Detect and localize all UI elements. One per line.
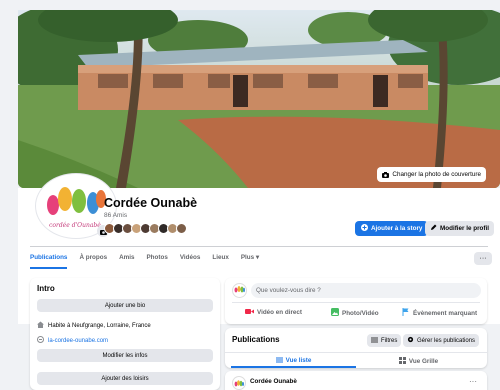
sliders-icon — [371, 337, 378, 345]
add-story-label: Ajouter à la story — [371, 225, 423, 232]
more-options-button[interactable]: ··· — [474, 252, 492, 265]
home-icon — [37, 321, 44, 330]
filters-label: Filtres — [381, 337, 398, 344]
change-cover-button[interactable]: Changer la photo de couverture — [377, 167, 486, 182]
list-icon — [275, 357, 283, 365]
video-camera-icon — [245, 308, 254, 317]
edit-profile-button[interactable]: Modifier le profil — [425, 221, 494, 236]
manage-posts-label: Gérer les publications — [417, 337, 476, 344]
plus-icon — [361, 224, 368, 233]
flag-icon — [402, 308, 410, 318]
tab-list-view[interactable]: Vue liste — [231, 355, 356, 368]
list-view-label: Vue liste — [285, 357, 312, 364]
tab-videos[interactable]: Vidéos — [180, 250, 201, 269]
filters-button[interactable]: Filtres — [367, 334, 402, 347]
divider — [225, 352, 487, 353]
publications-title: Publications — [232, 335, 280, 344]
tab-more[interactable]: Plus ▾ — [241, 250, 259, 269]
gear-icon — [407, 336, 414, 345]
intro-title: Intro — [37, 284, 55, 293]
life-event-button[interactable]: Évènement marquant — [402, 308, 477, 318]
pencil-icon — [430, 224, 437, 233]
avatar[interactable] — [232, 283, 247, 298]
location-line: Habite à Neufgrange, Lorraine, France — [37, 321, 151, 330]
manage-posts-button[interactable]: Gérer les publications — [403, 334, 480, 347]
cover-image — [18, 10, 500, 188]
avatar[interactable] — [232, 376, 246, 390]
friends-count[interactable]: 86 Amis — [104, 212, 127, 219]
tab-grid-view[interactable]: Vue Grille — [356, 355, 481, 368]
website-line: la-cordee-ounabe.com — [37, 336, 108, 345]
intro-card: Intro Ajouter une bio Habite à Neufgrang… — [30, 278, 220, 390]
tab-photos[interactable]: Photos — [146, 250, 167, 269]
publications-card: Publications Filtres Gérer les publicati… — [225, 328, 487, 368]
post-card: Cordée Ounabè ··· — [225, 371, 487, 390]
add-hobbies-button[interactable]: Ajouter des loisirs — [37, 372, 213, 385]
photo-video-label: Photo/Vidéo — [342, 309, 379, 317]
svg-text:cordée d'Ounabè: cordée d'Ounabè — [49, 222, 101, 229]
profile-tabs: Publications À propos Amis Photos Vidéos… — [30, 250, 259, 269]
tab-about[interactable]: À propos — [79, 250, 107, 269]
tab-places[interactable]: Lieux — [212, 250, 228, 269]
life-event-label: Évènement marquant — [413, 309, 478, 317]
tab-friends[interactable]: Amis — [119, 250, 134, 269]
divider — [30, 246, 488, 247]
grid-icon — [398, 357, 406, 366]
live-video-button[interactable]: Vidéo en direct — [245, 308, 302, 317]
divider — [232, 302, 480, 303]
add-story-button[interactable]: Ajouter à la story — [355, 221, 429, 236]
page-title: Cordée Ounabè — [104, 196, 198, 210]
friend-avatar[interactable] — [176, 223, 187, 234]
photo-icon — [331, 308, 339, 318]
change-cover-label: Changer la photo de couverture — [392, 171, 481, 178]
edit-profile-label: Modifier le profil — [440, 225, 489, 232]
post-options-button[interactable]: ··· — [469, 377, 477, 386]
location-text: Habite à Neufgrange, Lorraine, France — [48, 322, 151, 329]
website-link[interactable]: la-cordee-ounabe.com — [48, 338, 108, 344]
edit-info-button[interactable]: Modifier les infos — [37, 349, 213, 362]
post-composer-input[interactable]: Que voulez-vous dire ? — [251, 283, 481, 298]
tab-publications[interactable]: Publications — [30, 250, 68, 269]
photo-video-button[interactable]: Photo/Vidéo — [331, 308, 379, 318]
live-video-label: Vidéo en direct — [257, 309, 303, 316]
add-bio-button[interactable]: Ajouter une bio — [37, 299, 213, 312]
friend-avatars[interactable] — [104, 223, 187, 234]
link-icon — [37, 336, 44, 345]
cover-photo[interactable]: Changer la photo de couverture — [18, 10, 500, 188]
post-author[interactable]: Cordée Ounabè — [250, 378, 297, 385]
camera-icon — [382, 171, 390, 178]
grid-view-label: Vue Grille — [408, 358, 439, 365]
composer-card: Que voulez-vous dire ? Vidéo en direct P… — [225, 278, 487, 324]
